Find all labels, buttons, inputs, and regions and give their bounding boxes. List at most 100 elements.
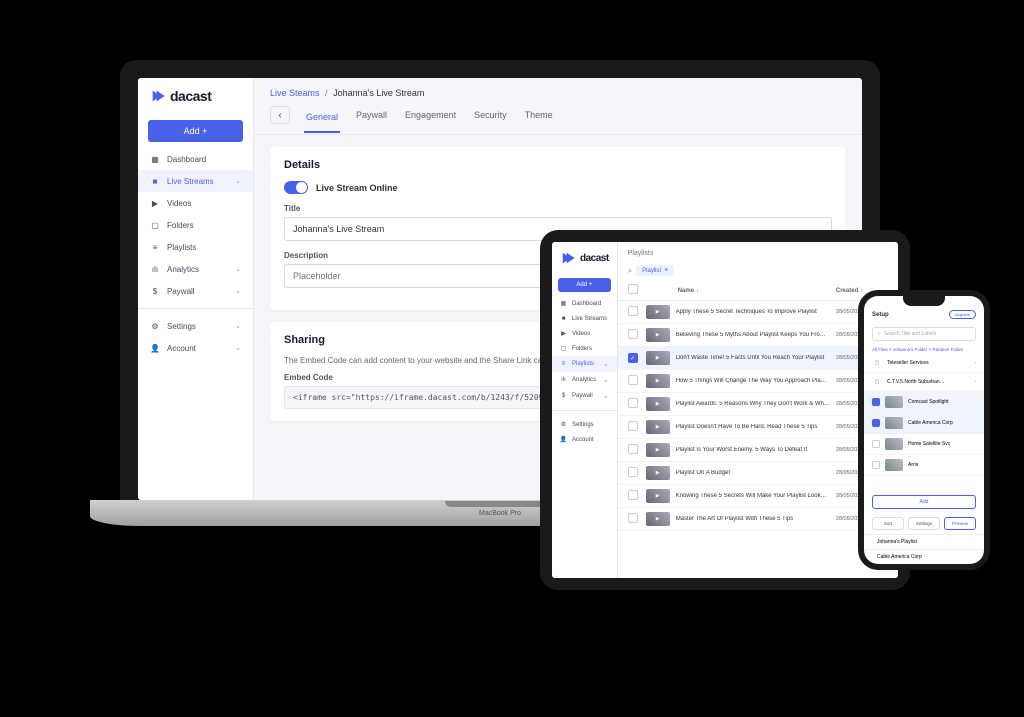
sidebar-item-videos[interactable]: ▶Videos xyxy=(138,192,253,214)
sidebar-item-paywall[interactable]: $Paywall⌄ xyxy=(138,280,253,302)
phone-breadcrumb[interactable]: All Files > Johanna's Folder > Random Fo… xyxy=(864,345,984,354)
settings-button[interactable]: Settings xyxy=(908,517,940,530)
filter-chip[interactable]: Playlist× xyxy=(636,265,674,276)
logo-icon xyxy=(150,88,166,104)
table-row[interactable]: Master The Art Of Playlist With These 5 … xyxy=(618,508,898,531)
table-row[interactable]: Playlist Is Your Worst Enemy. 5 Ways To … xyxy=(618,439,898,462)
sidebar-item-analytics[interactable]: ılıAnalytics⌄ xyxy=(138,258,253,280)
sidebar-item-account[interactable]: 👤Account⌄ xyxy=(138,337,253,359)
chevron-icon: ⌄ xyxy=(235,265,241,273)
row-name: Don't Waste Time! 5 Facts Until You Reac… xyxy=(676,355,830,361)
tab-general[interactable]: General xyxy=(304,108,340,133)
list-item[interactable]: Cable America Corp xyxy=(864,413,984,434)
sidebar-item-dashboard[interactable]: ▦Dashboard xyxy=(138,148,253,170)
table-row[interactable]: ✓ Don't Waste Time! 5 Facts Until You Rea… xyxy=(618,347,898,370)
tab-theme[interactable]: Theme xyxy=(523,106,555,124)
thumbnail xyxy=(646,466,670,480)
sidebar-item-dashboard[interactable]: ▦Dashboard xyxy=(552,296,617,311)
sidebar-item-settings[interactable]: ⚙Settings⌄ xyxy=(138,315,253,337)
sidebar-item-label: Live Streams xyxy=(167,177,214,186)
sidebar-item-folders[interactable]: ▢Folders xyxy=(138,214,253,236)
upgrade-button[interactable]: Upgrade xyxy=(949,310,976,319)
table-row[interactable]: Playlist Awards: 5 Reasons Why They Don'… xyxy=(618,393,898,416)
breadcrumb-link[interactable]: Live Steams xyxy=(270,88,320,98)
row-checkbox[interactable] xyxy=(628,306,638,316)
thumbnail xyxy=(646,397,670,411)
item-checkbox[interactable] xyxy=(872,440,880,448)
sidebar-item-playlists[interactable]: ≡Playlists⌄ xyxy=(552,356,617,372)
sidebar-item-playlists[interactable]: ≡Playlists xyxy=(138,236,253,258)
chevron-icon: ⌄ xyxy=(235,344,241,352)
add-button[interactable]: Add + xyxy=(558,278,611,292)
table-row[interactable]: Playlist Doesn't Have To Be Hard. Read T… xyxy=(618,416,898,439)
play-icon: ▶ xyxy=(560,330,567,337)
preview-button[interactable]: Preview xyxy=(944,517,976,530)
table-row[interactable]: Apply These 5 Secret Techniques To Impro… xyxy=(618,301,898,324)
row-checkbox[interactable] xyxy=(628,421,638,431)
online-toggle[interactable] xyxy=(284,181,308,194)
folder-icon: ▢ xyxy=(560,345,567,352)
list-item[interactable]: Johanna's Playlist xyxy=(864,534,984,549)
list-item[interactable]: Cable America Corp xyxy=(864,549,984,564)
table-row[interactable]: Believing These 5 Myths About Playlist K… xyxy=(618,324,898,347)
sidebar-item-label: Playlists xyxy=(572,361,594,367)
sidebar-item-videos[interactable]: ▶Videos xyxy=(552,326,617,341)
grid-icon: ▦ xyxy=(560,300,567,307)
row-name: Playlist Is Your Worst Enemy. 5 Ways To … xyxy=(676,447,830,453)
column-name[interactable]: Name ↓ xyxy=(678,287,830,294)
sidebar-item-account[interactable]: 👤Account xyxy=(552,432,617,447)
sidebar-item-paywall[interactable]: $Paywall⌄ xyxy=(552,388,617,404)
search-icon: ⌕ xyxy=(628,266,632,276)
row-checkbox[interactable] xyxy=(628,398,638,408)
item-checkbox[interactable] xyxy=(872,461,880,469)
sidebar-item-live-streams[interactable]: ■Live Streams⌄ xyxy=(138,170,253,192)
item-label: Teleseller Services xyxy=(887,360,929,366)
folder-item[interactable]: ▢Teleseller Services› xyxy=(864,354,984,373)
add-button[interactable]: Add + xyxy=(148,120,243,142)
row-checkbox[interactable] xyxy=(628,467,638,477)
sidebar-item-folders[interactable]: ▢Folders xyxy=(552,341,617,356)
search-bar[interactable]: ⌕ Playlist× xyxy=(618,261,898,280)
thumbnail xyxy=(646,420,670,434)
row-checkbox[interactable] xyxy=(628,490,638,500)
tablet-device: dacast Add + ▦Dashboard■Live Streams▶Vid… xyxy=(540,230,910,590)
item-checkbox[interactable] xyxy=(872,419,880,427)
row-name: How 5 Things Will Change The Way You App… xyxy=(676,378,830,384)
tab-paywall[interactable]: Paywall xyxy=(354,106,389,124)
chevron-icon: ⌄ xyxy=(603,360,609,368)
row-checkbox[interactable]: ✓ xyxy=(628,353,638,363)
list-item[interactable]: Comcast Spotlight xyxy=(864,392,984,413)
item-checkbox[interactable] xyxy=(872,398,880,406)
back-button[interactable]: ‹ xyxy=(270,106,290,124)
thumbnail xyxy=(885,438,903,450)
item-label: Comcast Spotlight xyxy=(908,399,949,405)
select-all-checkbox[interactable] xyxy=(628,284,638,294)
phone-add-button[interactable]: Add xyxy=(872,495,976,509)
person-icon: 👤 xyxy=(150,343,160,353)
chevron-icon: ⌄ xyxy=(603,392,609,400)
folder-item[interactable]: ▢C.T.V.5.North Suburban…› xyxy=(864,373,984,392)
play-icon: ▶ xyxy=(150,198,160,208)
table-row[interactable]: Knowing These 5 Secrets Will Make Your P… xyxy=(618,485,898,508)
phone-search-input[interactable]: ⌕ Search Title and Labels xyxy=(872,327,976,341)
sort-button[interactable]: Sort xyxy=(872,517,904,530)
search-placeholder: Search Title and Labels xyxy=(884,331,936,337)
sidebar-item-analytics[interactable]: ılıAnalytics⌄ xyxy=(552,372,617,388)
row-checkbox[interactable] xyxy=(628,329,638,339)
chip-remove-icon[interactable]: × xyxy=(664,267,668,274)
row-checkbox[interactable] xyxy=(628,444,638,454)
tab-engagement[interactable]: Engagement xyxy=(403,106,458,124)
sidebar-item-live-streams[interactable]: ■Live Streams xyxy=(552,311,617,326)
row-checkbox[interactable] xyxy=(628,375,638,385)
sidebar-item-settings[interactable]: ⚙Settings xyxy=(552,417,617,432)
table-row[interactable]: How 5 Things Will Change The Way You App… xyxy=(618,370,898,393)
table-row[interactable]: Playlist On A Budget28/05/2020, 12:00 xyxy=(618,462,898,485)
tab-security[interactable]: Security xyxy=(472,106,509,124)
list-item[interactable]: Arris xyxy=(864,455,984,476)
row-name: Master The Art Of Playlist With These 5 … xyxy=(676,516,830,522)
row-checkbox[interactable] xyxy=(628,513,638,523)
folder-icon: ▢ xyxy=(872,377,882,387)
list-item[interactable]: Home Satellite Svc xyxy=(864,434,984,455)
search-icon: ⌕ xyxy=(878,331,881,337)
sidebar-item-label: Playlists xyxy=(167,243,196,252)
